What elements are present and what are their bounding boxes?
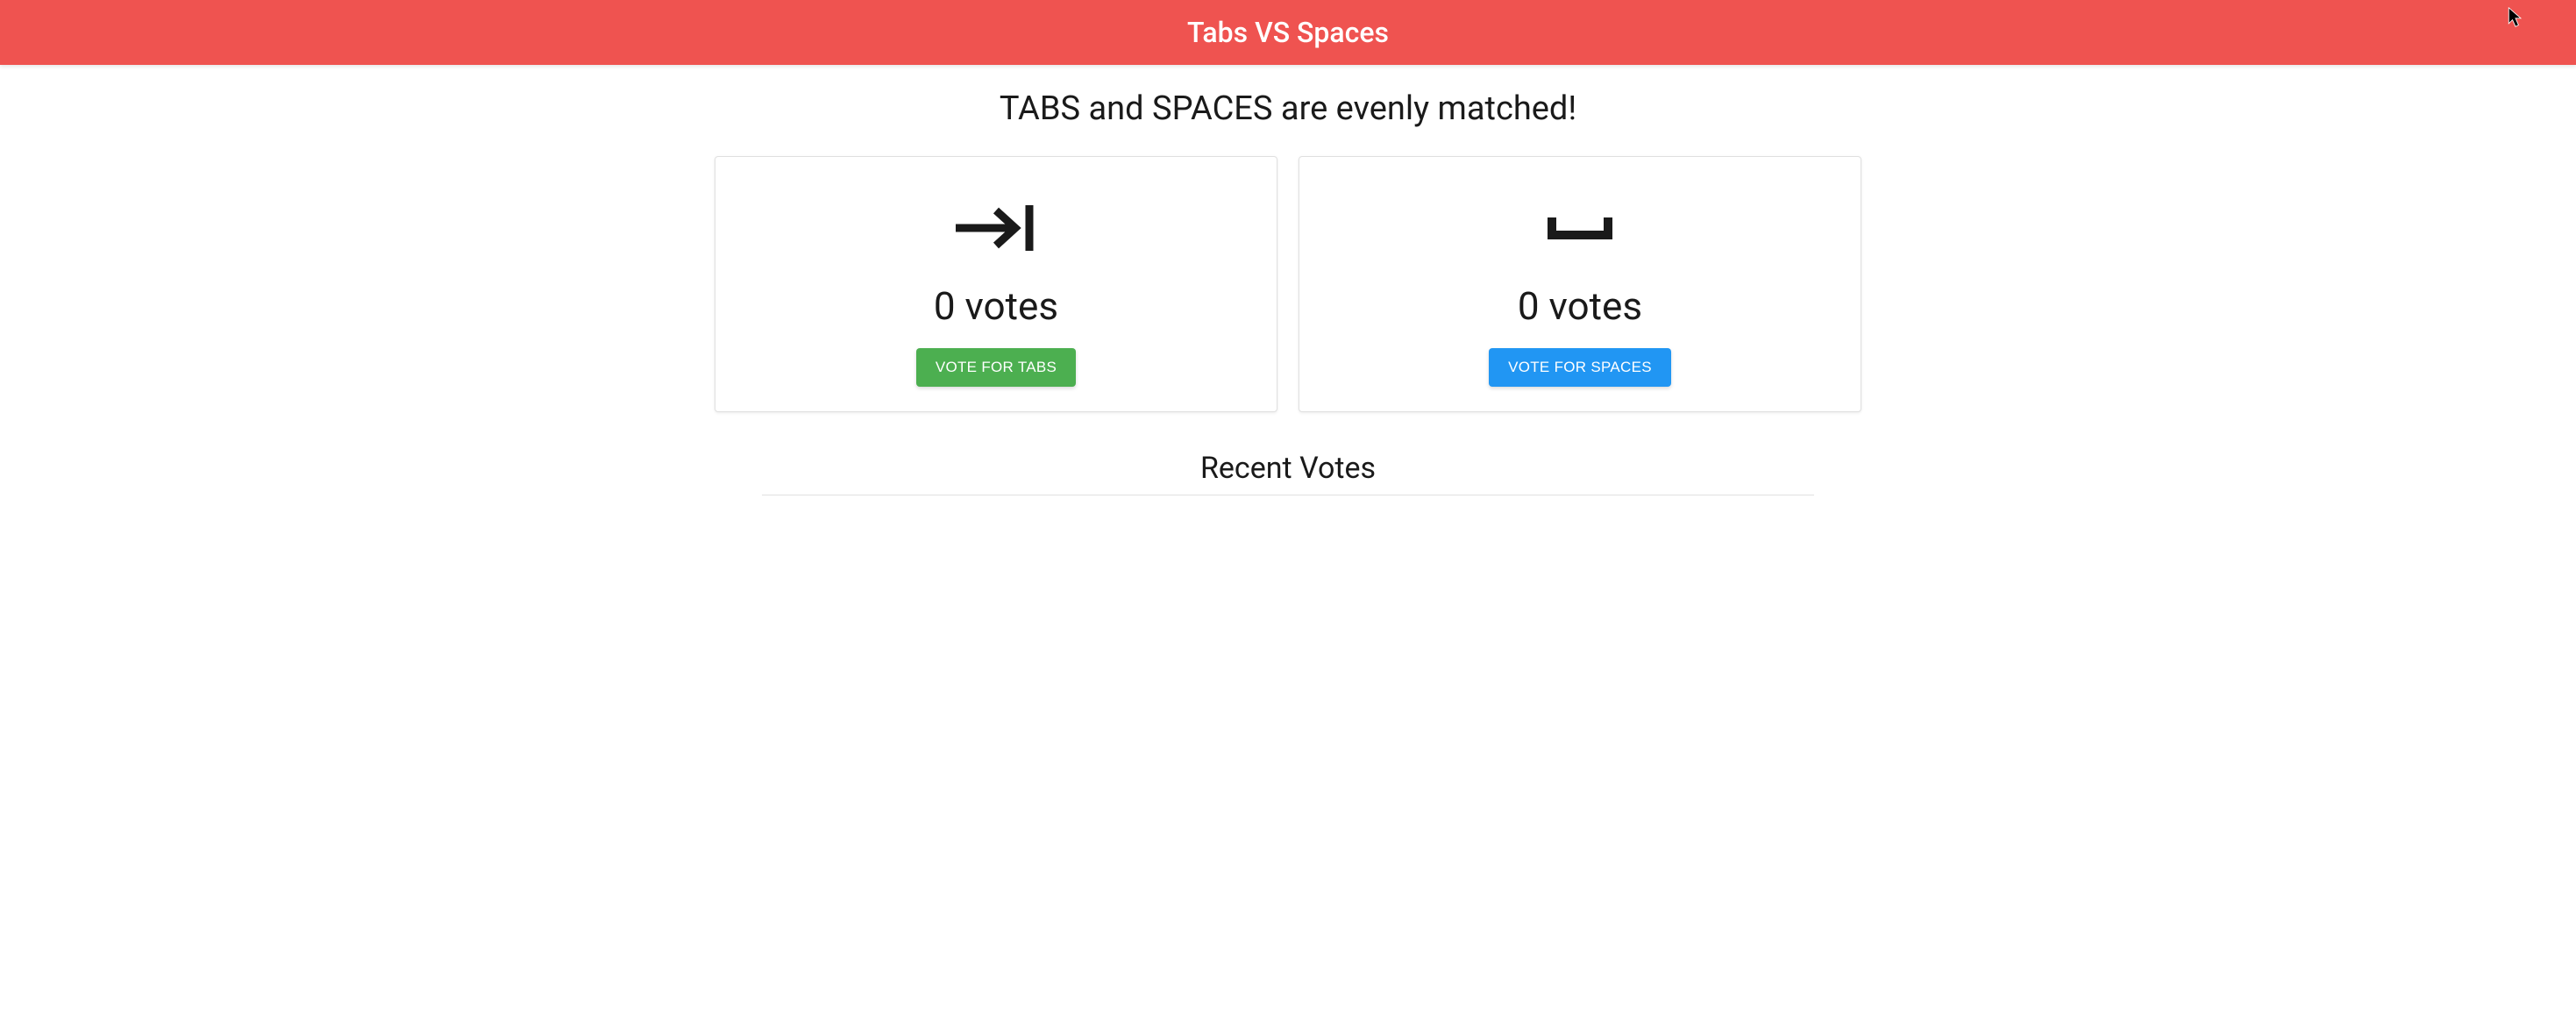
vote-tabs-button[interactable]: VOTE FOR TABS — [916, 348, 1076, 387]
space-icon — [1536, 189, 1624, 267]
page-header: Tabs VS Spaces — [0, 0, 2576, 65]
spaces-card: 0 votes VOTE FOR SPACES — [1299, 156, 1861, 412]
recent-votes-heading: Recent Votes — [715, 451, 1861, 486]
tabs-vote-count: 0 votes — [934, 283, 1058, 329]
vote-spaces-button[interactable]: VOTE FOR SPACES — [1489, 348, 1671, 387]
page-title: Tabs VS Spaces — [1187, 16, 1389, 49]
vote-cards-row: 0 votes VOTE FOR TABS 0 votes VOTE FOR S… — [715, 156, 1861, 412]
spaces-vote-count: 0 votes — [1518, 283, 1642, 329]
tab-icon — [952, 189, 1040, 267]
tabs-card: 0 votes VOTE FOR TABS — [715, 156, 1277, 412]
status-heading: TABS and SPACES are evenly matched! — [715, 89, 1861, 128]
main-content: TABS and SPACES are evenly matched! 0 vo… — [701, 65, 1875, 495]
